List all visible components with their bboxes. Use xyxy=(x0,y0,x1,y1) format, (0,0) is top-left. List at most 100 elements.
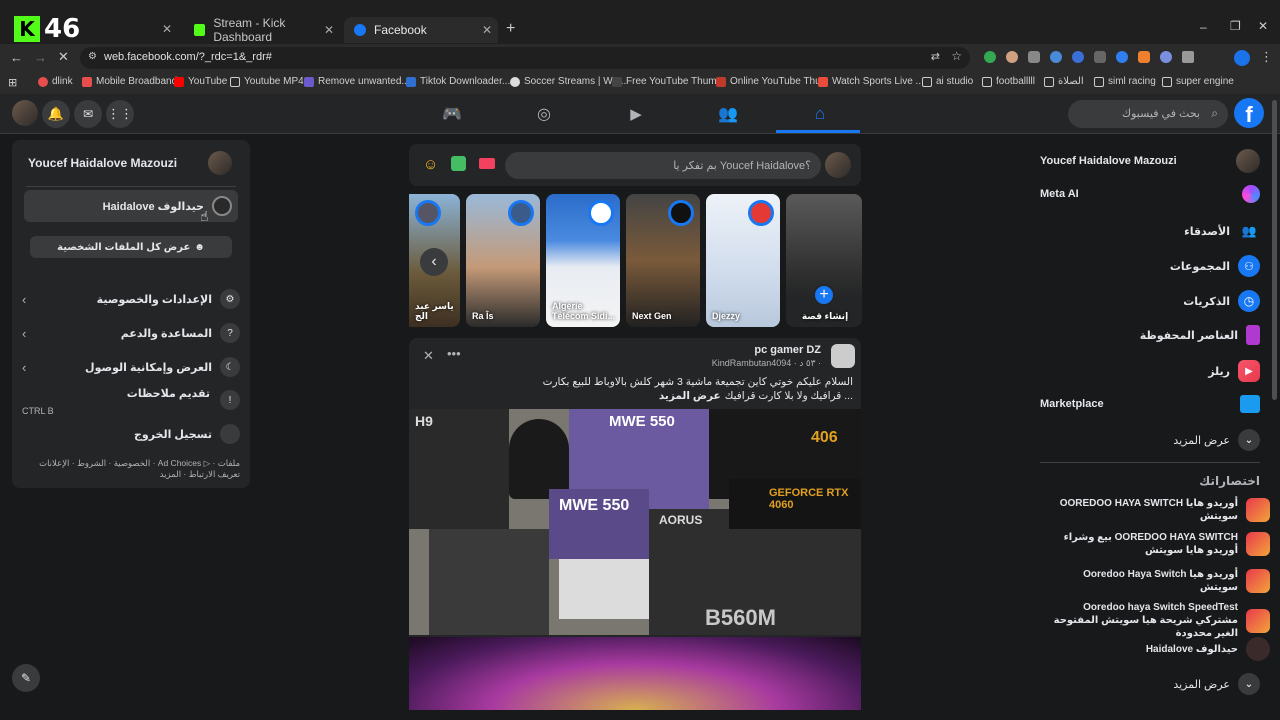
bookmark-item[interactable]: Youtube MP4 xyxy=(230,76,304,87)
gaming-icon[interactable]: 🎮 xyxy=(440,102,464,126)
new-message-button[interactable]: ✎ xyxy=(12,664,40,692)
minimize-icon[interactable]: – xyxy=(1200,20,1207,34)
forward-icon[interactable]: → xyxy=(34,50,47,65)
extension-icon[interactable] xyxy=(984,51,996,63)
see-all-profiles-button[interactable]: عرض كل الملفات الشخصية ☻ xyxy=(30,236,232,258)
bell-icon[interactable]: 🔔 xyxy=(42,100,70,128)
live-video-icon[interactable] xyxy=(479,158,495,169)
bookmark-item[interactable]: Mobile Broadband xyxy=(82,76,177,87)
watch-icon[interactable]: ▶ xyxy=(624,102,648,126)
loading-spinner-icon[interactable]: ✕ xyxy=(58,49,69,65)
close-icon[interactable]: ✕ xyxy=(423,348,434,364)
avatar[interactable] xyxy=(825,152,851,178)
nav-friends[interactable]: الأصدقاء 👥 xyxy=(1184,220,1260,242)
stories-prev-button[interactable]: ‹ xyxy=(420,248,448,276)
bookmark-item[interactable]: Watch Sports Live ... xyxy=(818,76,924,87)
menu-item-feedback[interactable]: CTRL B تقديم ملاحظات ! xyxy=(22,384,240,420)
site-info-icon[interactable]: ⚙ xyxy=(88,51,97,62)
close-icon[interactable]: ✕ xyxy=(324,23,334,37)
nav-memories[interactable]: الذكريات ◷ xyxy=(1183,290,1260,312)
nav-see-more[interactable]: عرض المزيد ⌄ xyxy=(1173,429,1260,451)
extension-icon[interactable] xyxy=(1138,51,1150,63)
menu-item-display[interactable]: ‹ العرض وإمكانية الوصول ☾ xyxy=(22,354,240,380)
more-menu-icon[interactable]: ⋮ xyxy=(1260,49,1273,65)
account-avatar[interactable] xyxy=(12,100,38,126)
story-card[interactable]: Djezzy xyxy=(706,194,780,327)
post-author-avatar[interactable] xyxy=(831,344,855,368)
menu-item-settings[interactable]: ‹ الإعدادات والخصوصية ⚙ xyxy=(22,286,240,312)
puzzle-icon[interactable] xyxy=(1182,51,1194,63)
profile-avatar-icon[interactable] xyxy=(1234,50,1250,66)
tab-facebook[interactable]: Facebook ✕ xyxy=(344,17,498,43)
page-scrollbar[interactable] xyxy=(1271,96,1278,716)
bookmark-folder[interactable]: footballlll xyxy=(982,76,1035,87)
nav-saved[interactable]: العناصر المحفوظة xyxy=(1140,325,1260,345)
back-icon[interactable]: ← xyxy=(10,50,23,65)
close-icon[interactable]: ✕ xyxy=(162,22,172,36)
close-icon[interactable]: ✕ xyxy=(482,23,492,37)
extension-icon[interactable] xyxy=(1028,51,1040,63)
bookmark-folder[interactable]: الصلاة xyxy=(1044,76,1084,87)
composer-input[interactable]: بم تفكر يا Youcef Haidalove؟ xyxy=(505,152,821,179)
tab-kick-dashboard[interactable]: Stream - Kick Dashboard ✕ xyxy=(184,16,340,44)
nav-marketplace[interactable]: Marketplace xyxy=(1040,395,1260,413)
story-card[interactable]: Next Gen xyxy=(626,194,700,327)
bookmark-item[interactable]: Free YouTube Thum... xyxy=(612,76,725,87)
nav-reels[interactable]: ريلز ▶ xyxy=(1208,360,1260,382)
story-card[interactable]: Algérie Télécom Sidi... xyxy=(546,194,620,327)
extension-icon[interactable] xyxy=(1160,51,1172,63)
close-window-icon[interactable]: ✕ xyxy=(1258,19,1268,33)
see-more-link[interactable]: عرض المزيد xyxy=(659,390,721,402)
create-story-card[interactable]: + إنشاء قصة xyxy=(786,194,862,327)
more-options-icon[interactable]: ••• xyxy=(447,346,461,361)
extension-icon[interactable] xyxy=(1050,51,1062,63)
apps-icon[interactable]: ⊞ xyxy=(8,76,17,89)
star-icon[interactable]: ☆ xyxy=(951,49,962,63)
messenger-icon[interactable]: ✉ xyxy=(74,100,102,128)
photo-icon[interactable] xyxy=(451,156,466,171)
bookmark-folder[interactable]: ai studio xyxy=(922,76,973,87)
bookmark-folder[interactable]: siml racing xyxy=(1094,76,1156,87)
menu-grid-icon[interactable]: ⋮⋮ xyxy=(106,100,134,128)
smile-icon[interactable]: ☺ xyxy=(423,156,438,173)
bookmark-item[interactable]: Remove unwanted... xyxy=(304,76,410,87)
bookmark-item[interactable]: YouTube xyxy=(174,76,227,87)
new-tab-icon[interactable]: + xyxy=(506,20,515,38)
search-input[interactable]: ⌕ بحث في فيسبوك xyxy=(1068,100,1228,128)
bookmark-folder[interactable]: super engine xyxy=(1162,76,1234,87)
shortcut-item[interactable]: Ooredoo haya Switch SpeedTest مشتركي شري… xyxy=(1040,601,1270,640)
menu-profile-row[interactable]: Youcef Haidalove Mazouzi xyxy=(12,148,250,176)
nav-profile[interactable]: Youcef Haidalove Mazouzi xyxy=(1040,149,1260,173)
story-card[interactable]: Ra Îs xyxy=(466,194,540,327)
extension-icon[interactable] xyxy=(1006,51,1018,63)
bookmark-item[interactable]: Online YouTube Thu... xyxy=(716,76,829,87)
friends-icon[interactable]: 👥 xyxy=(716,102,740,126)
scrollbar-thumb[interactable] xyxy=(1272,100,1277,400)
shortcut-item[interactable]: Haidalove حيدالوف xyxy=(1040,637,1270,661)
post-image[interactable]: H9 MWE 550 406 MWE 550 AORUS B560M GEFOR… xyxy=(409,409,861,635)
bookmark-item[interactable]: dlink xyxy=(38,76,73,87)
post-image-2[interactable] xyxy=(409,637,861,710)
shortcuts-see-more[interactable]: عرض المزيد ⌄ xyxy=(1173,673,1260,695)
menu-item-logout[interactable]: تسجيل الخروج xyxy=(22,422,240,446)
profile-circle-icon[interactable]: ◎ xyxy=(532,102,556,126)
tab-blank[interactable]: ✕ xyxy=(96,20,176,40)
home-icon[interactable]: ⌂ xyxy=(808,102,832,126)
shortcut-item[interactable]: OOREDOO HAYA SWITCH أوريدو هايا سويتش xyxy=(1040,497,1270,523)
nav-meta-ai[interactable]: Meta AI xyxy=(1040,185,1260,203)
extension-icon[interactable] xyxy=(1072,51,1084,63)
facebook-logo-icon[interactable]: f xyxy=(1234,98,1264,128)
extension-icon[interactable] xyxy=(1116,51,1128,63)
url-field[interactable]: ⚙ web.facebook.com/?_rdc=1&_rdr# ⇄ ☆ xyxy=(80,47,970,69)
bookmark-item[interactable]: Soccer Streams | Wa... xyxy=(510,76,626,87)
restore-icon[interactable]: ❐ xyxy=(1230,19,1241,33)
translate-icon[interactable]: ⇄ xyxy=(931,50,940,63)
menu-item-help[interactable]: ‹ المساعدة والدعم ? xyxy=(22,320,240,346)
nav-groups[interactable]: المجموعات ⚇ xyxy=(1170,255,1260,277)
kick-logo-icon[interactable]: K xyxy=(14,16,40,42)
shortcut-item[interactable]: Ooredoo Haya Switch أوريدو هيا سويتش xyxy=(1040,568,1270,594)
bookmark-item[interactable]: Tiktok Downloader... xyxy=(406,76,510,87)
shortcut-item[interactable]: بيع وشراء OOREDOO HAYA SWITCH أوريدو هاي… xyxy=(1040,531,1270,557)
extension-icon[interactable] xyxy=(1094,51,1106,63)
post-author[interactable]: pc gamer DZ xyxy=(754,344,821,356)
